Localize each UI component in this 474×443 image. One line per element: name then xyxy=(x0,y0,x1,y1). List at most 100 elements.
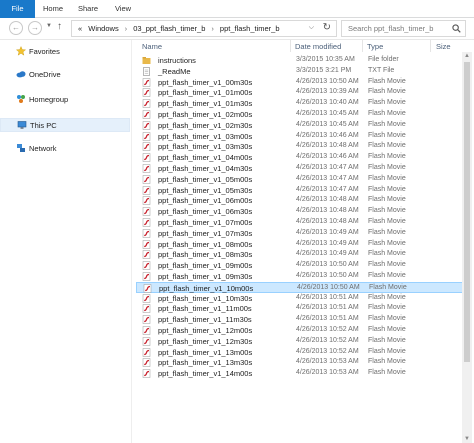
file-row[interactable]: ppt_flash_timer_v1_05m30s 4/26/2013 10:47… xyxy=(136,185,471,196)
column-header-type[interactable]: Type xyxy=(367,42,383,51)
file-row[interactable]: ppt_flash_timer_v1_01m30s 4/26/2013 10:40… xyxy=(136,98,471,109)
file-row[interactable]: ppt_flash_timer_v1_07m30s 4/26/2013 10:49… xyxy=(136,228,471,239)
file-row[interactable]: ppt_flash_timer_v1_10m30s 4/26/2013 10:51… xyxy=(136,293,471,304)
file-row[interactable]: instructions 3/3/2015 10:35 AM File folder xyxy=(136,55,471,66)
flash-icon xyxy=(142,272,151,281)
file-row[interactable]: ppt_flash_timer_v1_01m00s 4/26/2013 10:39… xyxy=(136,87,471,98)
tab-share[interactable]: Share xyxy=(70,0,106,18)
file-row[interactable]: ppt_flash_timer_v1_07m00s 4/26/2013 10:48… xyxy=(136,217,471,228)
file-name: ppt_flash_timer_v1_02m00s xyxy=(158,110,253,119)
file-date-modified: 4/26/2013 10:50 AM xyxy=(296,77,359,85)
file-type: Flash Movie xyxy=(368,218,406,225)
file-row[interactable]: ppt_flash_timer_v1_00m30s 4/26/2013 10:50… xyxy=(136,77,471,88)
up-button[interactable]: ↑ xyxy=(57,21,62,32)
scroll-up-icon[interactable]: ▲ xyxy=(464,53,470,59)
flash-icon xyxy=(142,218,151,227)
nav-item-network[interactable]: Network xyxy=(0,142,130,156)
file-row[interactable]: ppt_flash_timer_v1_09m00s 4/26/2013 10:50… xyxy=(136,260,471,271)
file-type: Flash Movie xyxy=(368,142,406,150)
file-row[interactable]: ppt_flash_timer_v1_08m00s 4/26/2013 10:49… xyxy=(136,239,471,250)
scrollbar-thumb[interactable] xyxy=(464,62,470,362)
file-row[interactable]: ppt_flash_timer_v1_03m00s 4/26/2013 10:46… xyxy=(136,131,471,142)
file-row[interactable]: _ReadMe 3/3/2015 3:21 PM TXT File xyxy=(136,66,471,77)
forward-button[interactable]: → xyxy=(28,21,42,35)
column-header-date[interactable]: Date modified xyxy=(295,42,341,51)
breadcrumb-item-windows[interactable]: Windows xyxy=(88,24,118,33)
address-dropdown-icon[interactable]: ⌵ xyxy=(309,24,314,32)
scroll-down-icon[interactable]: ▼ xyxy=(464,436,470,442)
file-date-modified: 4/26/2013 10:52 AM xyxy=(296,326,359,333)
file-name: _ReadMe xyxy=(158,66,191,76)
column-header-size[interactable]: Size xyxy=(436,42,451,51)
flash-icon xyxy=(142,239,151,249)
file-row[interactable]: ppt_flash_timer_v1_02m30s 4/26/2013 10:45… xyxy=(136,120,471,131)
file-row[interactable]: ppt_flash_timer_v1_14m00s 4/26/2013 10:53… xyxy=(136,368,471,379)
breadcrumb: « Windows › 03_ppt_flash_timer_b › ppt_f… xyxy=(78,24,280,33)
file-row[interactable]: ppt_flash_timer_v1_05m00s 4/26/2013 10:47… xyxy=(136,174,471,185)
file-name: ppt_flash_timer_v1_00m30s xyxy=(158,77,253,87)
nav-item-homegroup[interactable]: Homegroup xyxy=(0,93,130,107)
file-list: Name Date modified Type Size instruction… xyxy=(133,40,474,443)
file-row[interactable]: ppt_flash_timer_v1_06m00s 4/26/2013 10:48… xyxy=(136,195,471,206)
file-row[interactable]: ppt_flash_timer_v1_04m00s 4/26/2013 10:46… xyxy=(136,152,471,163)
nav-item-favorites[interactable]: Favorites xyxy=(0,45,130,59)
file-row[interactable]: ppt_flash_timer_v1_12m00s 4/26/2013 10:52… xyxy=(136,325,471,336)
file-row[interactable]: ppt_flash_timer_v1_11m30s 4/26/2013 10:51… xyxy=(136,314,471,325)
column-divider[interactable] xyxy=(430,40,431,52)
search-box[interactable]: Search ppt_flash_timer_b xyxy=(341,20,466,37)
nav-item-this-pc[interactable]: This PC xyxy=(0,118,130,132)
refresh-icon[interactable]: ↻ xyxy=(323,22,331,33)
file-row[interactable]: ppt_flash_timer_v1_12m30s 4/26/2013 10:52… xyxy=(136,336,471,347)
file-row[interactable]: ppt_flash_timer_v1_11m00s 4/26/2013 10:51… xyxy=(136,303,471,314)
file-name: ppt_flash_timer_v1_08m00s xyxy=(158,239,253,249)
search-placeholder[interactable]: Search ppt_flash_timer_b xyxy=(348,24,433,33)
column-header-name[interactable]: Name xyxy=(142,42,162,51)
file-name: ppt_flash_timer_v1_01m00s xyxy=(158,88,253,98)
file-date-modified: 4/26/2013 10:45 AM xyxy=(296,120,359,128)
file-date-modified: 4/26/2013 10:47 AM xyxy=(296,164,359,171)
column-divider[interactable] xyxy=(290,40,291,52)
flash-icon xyxy=(143,284,152,293)
file-row[interactable]: ppt_flash_timer_v1_04m30s 4/26/2013 10:47… xyxy=(136,163,471,174)
column-headers: Name Date modified Type Size xyxy=(133,40,474,52)
flash-icon xyxy=(142,110,151,119)
file-name: ppt_flash_timer_v1_03m30s xyxy=(158,142,253,152)
file-date-modified: 4/26/2013 10:47 AM xyxy=(296,174,359,182)
ribbon: File Home Share View xyxy=(0,0,474,18)
recent-locations-button[interactable]: ▼ xyxy=(46,23,52,29)
file-name: ppt_flash_timer_v1_01m30s xyxy=(158,99,253,109)
address-bar[interactable]: « Windows › 03_ppt_flash_timer_b › ppt_f… xyxy=(71,20,337,37)
file-row[interactable]: ppt_flash_timer_v1_09m30s 4/26/2013 10:50… xyxy=(136,271,471,282)
file-row[interactable]: ppt_flash_timer_v1_03m30s 4/26/2013 10:48… xyxy=(136,141,471,152)
file-type: Flash Movie xyxy=(368,336,406,344)
file-date-modified: 4/26/2013 10:48 AM xyxy=(296,207,359,215)
file-row[interactable]: ppt_flash_timer_v1_10m00s 4/26/2013 10:50… xyxy=(136,281,471,293)
file-row[interactable]: ppt_flash_timer_v1_13m00s 4/26/2013 10:52… xyxy=(136,347,471,358)
file-name: ppt_flash_timer_v1_03m00s xyxy=(158,131,253,141)
column-divider[interactable] xyxy=(362,40,363,52)
file-row[interactable]: ppt_flash_timer_v1_02m00s 4/26/2013 10:45… xyxy=(136,109,471,120)
file-row[interactable]: ppt_flash_timer_v1_13m30s 4/26/2013 10:53… xyxy=(136,357,471,368)
chevron-right-icon[interactable]: › xyxy=(211,26,213,33)
file-name: ppt_flash_timer_v1_07m30s xyxy=(158,228,253,238)
tab-view[interactable]: View xyxy=(106,0,140,18)
breadcrumb-item-03-ppt-flash-timer-b[interactable]: 03_ppt_flash_timer_b xyxy=(133,24,205,33)
file-type: Flash Movie xyxy=(368,293,406,301)
file-row[interactable]: ppt_flash_timer_v1_08m30s 4/26/2013 10:49… xyxy=(136,249,471,260)
back-button[interactable]: ← xyxy=(9,21,23,35)
breadcrumb-overflow[interactable]: « xyxy=(78,24,82,33)
chevron-right-icon[interactable]: › xyxy=(125,26,127,33)
file-date-modified: 4/26/2013 10:53 AM xyxy=(296,358,359,366)
flash-icon xyxy=(142,250,151,260)
file-type: Flash Movie xyxy=(369,283,407,291)
nav-item-onedrive[interactable]: OneDrive xyxy=(0,68,130,82)
breadcrumb-item-ppt-flash-timer-b[interactable]: ppt_flash_timer_b xyxy=(220,24,280,33)
vertical-scrollbar[interactable]: ▲ ▼ xyxy=(462,52,472,443)
file-row[interactable]: ppt_flash_timer_v1_06m30s 4/26/2013 10:48… xyxy=(136,206,471,217)
tab-home[interactable]: Home xyxy=(36,0,70,18)
file-name: ppt_flash_timer_v1_14m00s xyxy=(158,369,253,379)
file-date-modified: 4/26/2013 10:53 AM xyxy=(296,369,359,377)
search-icon[interactable] xyxy=(452,24,461,33)
tab-file[interactable]: File xyxy=(0,0,35,18)
file-date-modified: 4/26/2013 10:50 AM xyxy=(296,272,359,279)
